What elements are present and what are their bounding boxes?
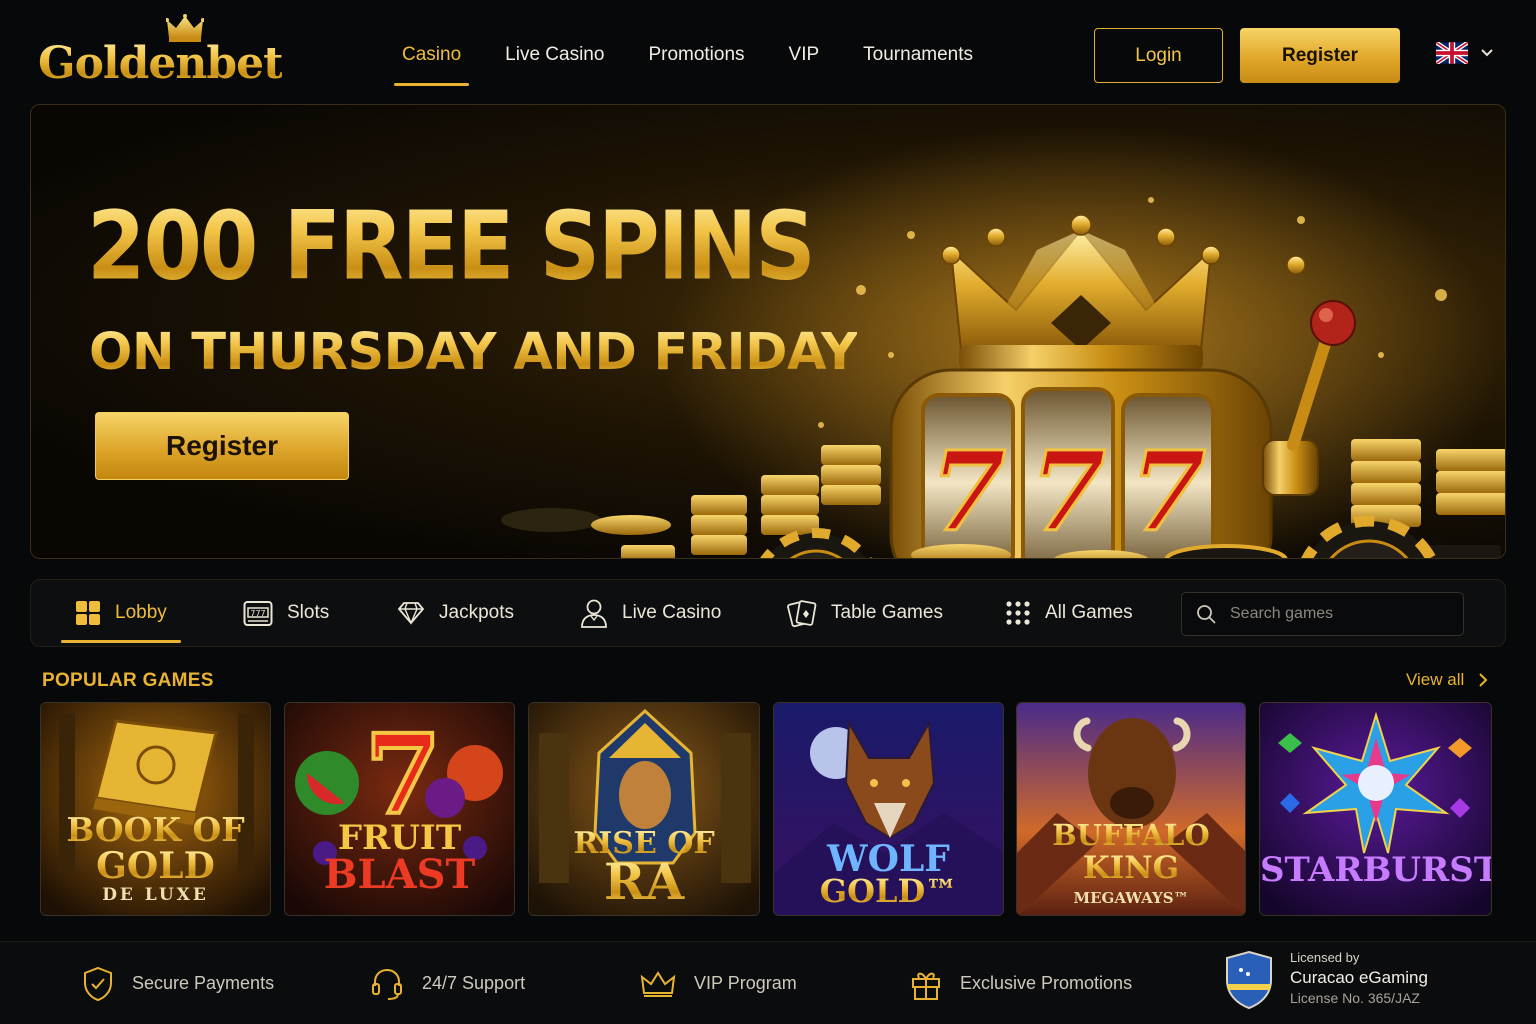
svg-text:7: 7	[1030, 427, 1107, 556]
headset-icon	[372, 968, 402, 1000]
game-tile-starburst[interactable]: STARBURST™	[1259, 702, 1492, 916]
game-title: KING	[1017, 853, 1245, 884]
feature-label: Exclusive Promotions	[960, 973, 1133, 993]
game-title: RA	[529, 857, 759, 907]
game-title: FRUIT	[337, 818, 462, 858]
license-number: License No. 365/JAZ	[1290, 989, 1420, 1006]
search-input[interactable]	[1230, 605, 1450, 623]
category-lobby[interactable]: Lobby	[75, 580, 167, 646]
category-all-games[interactable]: All Games	[1005, 580, 1133, 646]
category-label: Table Games	[831, 602, 943, 623]
footer-bar: Secure Payments 24/7 Support VIP Program…	[0, 941, 1536, 1024]
category-table-games[interactable]: Table Games	[787, 580, 943, 646]
search-box[interactable]	[1181, 592, 1464, 636]
category-label: Slots	[287, 602, 330, 623]
register-button[interactable]: Register	[1240, 28, 1400, 83]
svg-text:G: G	[1338, 551, 1400, 559]
shield-check-icon	[84, 966, 112, 1001]
site-header: Goldenbet Casino Live Casino Promotions …	[0, 0, 1536, 104]
feature-secure-payments: Secure Payments	[82, 942, 274, 1024]
feature-label: 24/7 Support	[422, 973, 526, 993]
hero-title: 200 FREE SPINS	[87, 191, 816, 301]
category-slots[interactable]: 777 Slots	[243, 580, 329, 646]
nav-live-casino[interactable]: Live Casino	[483, 30, 626, 86]
game-subtitle: MEGAWAYS™	[1073, 889, 1189, 907]
feature-label: VIP Program	[694, 973, 797, 993]
game-title: BLAST	[323, 851, 476, 898]
category-bar: Lobby 777 Slots Jackpots Live Casino Tab…	[30, 579, 1506, 647]
curacao-shield-icon	[1226, 950, 1272, 1010]
hero-banner: 7 7 7 G G 200 FREE SPINS ON THURSDAY AND…	[30, 104, 1506, 559]
category-label: All Games	[1045, 602, 1133, 623]
dealer-icon	[581, 599, 607, 628]
login-button[interactable]: Login	[1094, 28, 1223, 83]
game-tile-book-of-gold[interactable]: BOOK OF GOLD DE LUXE	[40, 702, 271, 916]
game-title: STARBURST™	[1260, 850, 1491, 890]
popular-games-row: BOOK OF GOLD DE LUXE 7 FRUIT BLAST RISE …	[40, 702, 1492, 916]
feature-support: 24/7 Support	[370, 942, 525, 1024]
nav-promotions[interactable]: Promotions	[626, 30, 766, 86]
crown-icon	[640, 970, 676, 997]
language-selector[interactable]	[1436, 42, 1494, 64]
game-subtitle: DE LUXE	[102, 885, 209, 905]
game-title: GOLD	[41, 848, 270, 884]
main-nav: Casino Live Casino Promotions VIP Tourna…	[380, 30, 995, 86]
chevron-right-icon	[1479, 673, 1488, 687]
license-info[interactable]: Licensed by Curacao eGaming License No. …	[1224, 950, 1428, 1010]
nav-vip[interactable]: VIP	[767, 30, 842, 86]
hero-register-button[interactable]: Register	[95, 412, 349, 480]
game-tile-fruit-blast[interactable]: 7 FRUIT BLAST	[284, 702, 515, 916]
feature-label: Secure Payments	[132, 973, 275, 993]
section-title: POPULAR GAMES	[42, 670, 214, 691]
category-jackpots[interactable]: Jackpots	[397, 580, 514, 646]
view-all-link[interactable]: View all	[1406, 670, 1488, 690]
search-icon	[1197, 605, 1216, 624]
game-title: GOLD™	[774, 875, 1003, 907]
license-label: Licensed by	[1290, 950, 1360, 965]
uk-flag-icon	[1436, 42, 1468, 64]
gift-icon	[912, 972, 940, 1000]
brand-name: Goldenbet	[38, 38, 283, 89]
game-title: BUFFALO	[1017, 821, 1245, 850]
feature-vip: VIP Program	[640, 942, 797, 1024]
game-tile-wolf-gold[interactable]: WOLF GOLD™	[773, 702, 1004, 916]
svg-text:7: 7	[930, 427, 1007, 556]
hero-subtitle: ON THURSDAY AND FRIDAY	[89, 323, 858, 382]
view-all-label: View all	[1406, 670, 1465, 689]
license-authority: Curacao eGaming	[1290, 967, 1428, 987]
logo[interactable]: Goldenbet	[38, 14, 283, 89]
category-label: Lobby	[115, 602, 167, 623]
grid-icon	[76, 601, 100, 625]
active-tab-indicator	[61, 640, 181, 643]
game-tile-buffalo-king[interactable]: BUFFALO KING MEGAWAYS™	[1016, 702, 1246, 916]
svg-text:777: 777	[250, 609, 265, 618]
nav-tournaments[interactable]: Tournaments	[841, 30, 995, 86]
slot-machine-icon: 777	[243, 601, 273, 626]
feature-promotions: Exclusive Promotions	[910, 942, 1132, 1024]
category-live-casino[interactable]: Live Casino	[580, 580, 721, 646]
game-title: BOOK OF	[41, 813, 270, 846]
svg-text:7: 7	[1130, 427, 1207, 556]
category-label: Live Casino	[622, 602, 722, 623]
cards-icon	[787, 600, 817, 628]
diamond-icon	[397, 602, 425, 625]
game-tile-rise-of-ra[interactable]: RISE OF RA	[528, 702, 760, 916]
dots-grid-icon	[1006, 601, 1030, 625]
nav-casino[interactable]: Casino	[380, 30, 483, 86]
category-label: Jackpots	[439, 602, 514, 623]
chevron-down-icon	[1481, 49, 1493, 57]
